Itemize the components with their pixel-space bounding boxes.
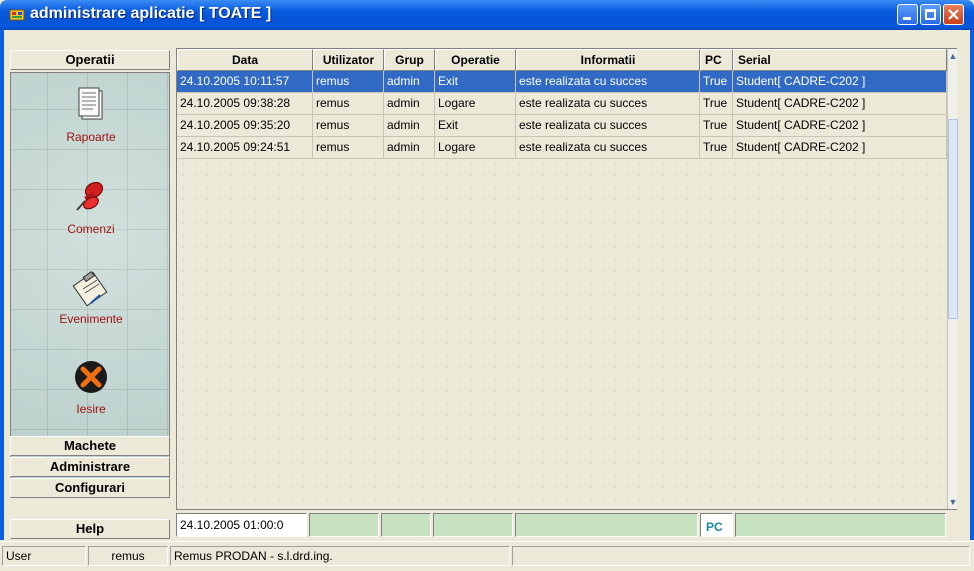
- column-header-data[interactable]: Data: [177, 49, 313, 71]
- application-window: administrare aplicatie [ TOATE ] Operati…: [0, 0, 974, 571]
- cell-informatii: este realizata cu succes: [516, 115, 700, 137]
- cell-pc: True: [700, 115, 733, 137]
- events-grid[interactable]: Data Utilizator Grup Operatie Informatii…: [176, 48, 958, 510]
- clipboard-icon: [72, 270, 108, 307]
- filter-utilizator-field[interactable]: [309, 513, 379, 537]
- cell-informatii: este realizata cu succes: [516, 93, 700, 115]
- sidebar-button-configurari[interactable]: Configurari: [10, 478, 170, 498]
- table-row[interactable]: 24.10.2005 09:35:20 remus admin Exit est…: [177, 115, 947, 137]
- column-header-informatii[interactable]: Informatii: [516, 49, 700, 71]
- status-bar: User remus Remus PRODAN - s.l.drd.ing.: [0, 541, 974, 571]
- cell-utilizator: remus: [313, 137, 384, 159]
- cell-operatie: Exit: [435, 71, 516, 93]
- close-icon: [948, 9, 959, 20]
- cell-operatie: Exit: [435, 115, 516, 137]
- cell-serial: Student[ CADRE-C202 ]: [733, 115, 947, 137]
- status-user-value: remus: [88, 546, 168, 566]
- table-row[interactable]: 24.10.2005 09:38:28 remus admin Logare e…: [177, 93, 947, 115]
- cell-grup: admin: [384, 137, 435, 159]
- column-header-grup[interactable]: Grup: [384, 49, 435, 71]
- cell-data: 24.10.2005 09:35:20: [177, 115, 313, 137]
- cell-pc: True: [700, 137, 733, 159]
- window-frame-left: [0, 30, 4, 540]
- scroll-up-icon[interactable]: ▲: [948, 49, 958, 63]
- sidebar-item-label: Evenimente: [59, 312, 123, 326]
- sidebar-item-iesire[interactable]: Iesire: [11, 357, 171, 416]
- maximize-button[interactable]: [920, 4, 941, 25]
- status-info: Remus PRODAN - s.l.drd.ing.: [170, 546, 510, 566]
- cell-utilizator: remus: [313, 93, 384, 115]
- filter-serial-field[interactable]: [735, 513, 946, 537]
- sidebar-button-help[interactable]: Help: [10, 519, 170, 539]
- sidebar-button-administrare[interactable]: Administrare: [10, 457, 170, 477]
- window-frame-right: [970, 30, 974, 540]
- column-header-serial[interactable]: Serial: [733, 49, 947, 71]
- cell-data: 24.10.2005 09:38:28: [177, 93, 313, 115]
- filter-operatie-field[interactable]: [433, 513, 513, 537]
- pushpin-icon: [76, 181, 104, 211]
- filter-grup-field[interactable]: [381, 513, 431, 537]
- table-row[interactable]: 24.10.2005 10:11:57 remus admin Exit est…: [177, 71, 947, 93]
- sidebar-item-comenzi[interactable]: Comenzi: [11, 177, 171, 236]
- filter-row: 24.10.2005 01:00:0 PC: [176, 513, 957, 538]
- filter-informatii-field[interactable]: [515, 513, 698, 537]
- cell-grup: admin: [384, 93, 435, 115]
- operations-panel: Rapoarte Comenzi Evenimente Iesire: [10, 72, 170, 484]
- column-header-utilizator[interactable]: Utilizator: [313, 49, 384, 71]
- close-button[interactable]: [943, 4, 964, 25]
- scrollbar-thumb[interactable]: [948, 119, 958, 319]
- sidebar-item-label: Iesire: [76, 402, 106, 416]
- app-icon: [9, 9, 25, 21]
- sidebar-item-label: Comenzi: [67, 222, 115, 236]
- cell-pc: True: [700, 71, 733, 93]
- cell-informatii: este realizata cu succes: [516, 137, 700, 159]
- sidebar-item-label: Rapoarte: [66, 130, 116, 144]
- cell-pc: True: [700, 93, 733, 115]
- report-icon: [78, 87, 103, 120]
- cell-data: 24.10.2005 10:11:57: [177, 71, 313, 93]
- table-row[interactable]: 24.10.2005 09:24:51 remus admin Logare e…: [177, 137, 947, 159]
- title-bar[interactable]: administrare aplicatie [ TOATE ]: [0, 0, 974, 30]
- sidebar: Operatii Rapoarte Comenzi Evenimente Ies…: [10, 50, 170, 540]
- cell-data: 24.10.2005 09:24:51: [177, 137, 313, 159]
- sidebar-item-evenimente[interactable]: Evenimente: [11, 267, 171, 326]
- column-header-operatie[interactable]: Operatie: [435, 49, 516, 71]
- cell-serial: Student[ CADRE-C202 ]: [733, 93, 947, 115]
- minimize-icon: [903, 17, 911, 20]
- sidebar-item-rapoarte[interactable]: Rapoarte: [11, 85, 171, 144]
- filter-pc-field[interactable]: PC: [700, 513, 733, 537]
- status-empty-panel: [512, 546, 970, 566]
- cell-operatie: Logare: [435, 93, 516, 115]
- cell-utilizator: remus: [313, 71, 384, 93]
- cell-grup: admin: [384, 115, 435, 137]
- cell-utilizator: remus: [313, 115, 384, 137]
- cell-serial: Student[ CADRE-C202 ]: [733, 137, 947, 159]
- exit-icon: [75, 361, 107, 393]
- cell-grup: admin: [384, 71, 435, 93]
- pc-label: PC: [706, 520, 723, 534]
- vertical-scrollbar[interactable]: ▲ ▼: [947, 49, 958, 509]
- minimize-button[interactable]: [897, 4, 918, 25]
- maximize-icon: [925, 9, 936, 20]
- cell-operatie: Logare: [435, 137, 516, 159]
- sidebar-button-operatii[interactable]: Operatii: [10, 50, 170, 70]
- window-title: administrare aplicatie [ TOATE ]: [30, 5, 272, 22]
- scroll-down-icon[interactable]: ▼: [948, 495, 958, 509]
- filter-date-field[interactable]: 24.10.2005 01:00:0: [176, 513, 307, 537]
- cell-serial: Student[ CADRE-C202 ]: [733, 71, 947, 93]
- column-header-pc[interactable]: PC: [700, 49, 733, 71]
- status-user-label: User: [2, 546, 86, 566]
- cell-informatii: este realizata cu succes: [516, 71, 700, 93]
- sidebar-button-machete[interactable]: Machete: [10, 436, 170, 456]
